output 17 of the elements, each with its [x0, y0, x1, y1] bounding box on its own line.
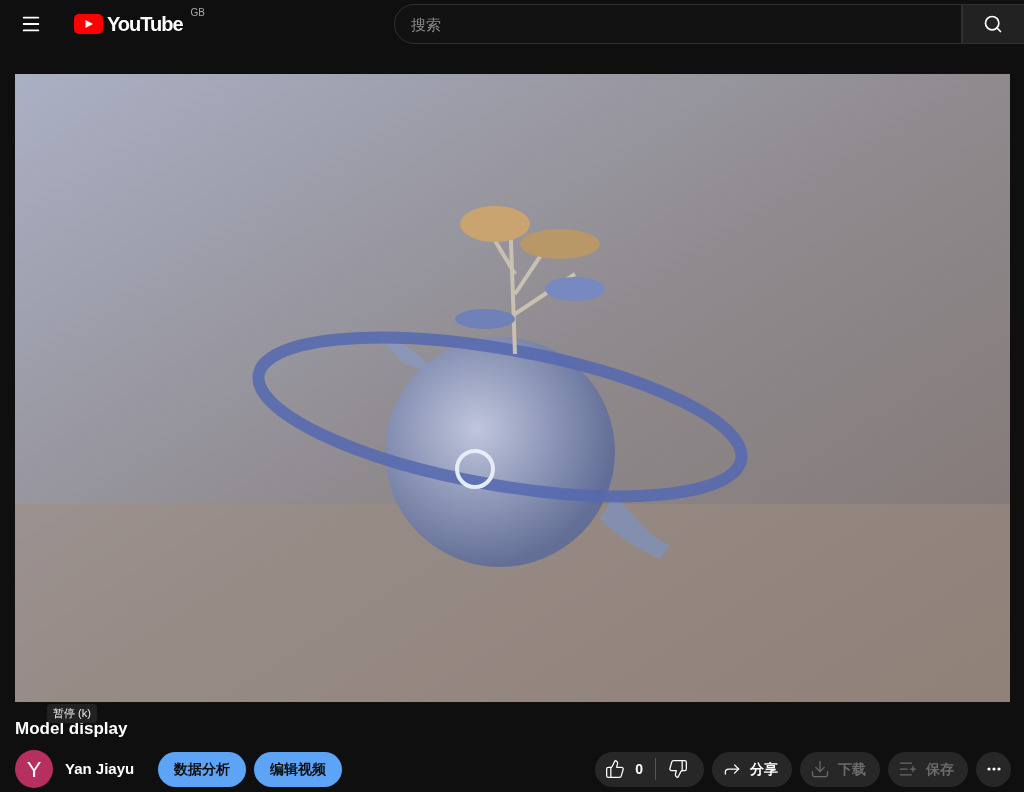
- logo-wordmark[interactable]: YouTube: [107, 9, 183, 39]
- share-button[interactable]: 分享: [712, 751, 792, 787]
- channel-avatar[interactable]: Y: [15, 750, 53, 788]
- channel-name[interactable]: Yan Jiayu: [65, 757, 135, 781]
- search-field[interactable]: 搜索: [394, 4, 962, 44]
- search-icon: [983, 14, 1003, 34]
- owner-action-button[interactable]: 编辑视频: [254, 751, 343, 787]
- tooltip: 暂停 (k): [47, 704, 97, 723]
- search-button[interactable]: [962, 4, 1024, 44]
- thumbs-down-icon: [668, 759, 688, 779]
- thumbs-up-icon: [605, 759, 626, 779]
- owner-action-button[interactable]: 数据分析: [158, 751, 247, 787]
- more-icon: [986, 767, 1001, 771]
- more-button[interactable]: [976, 751, 1011, 787]
- logo-icon: [74, 14, 103, 34]
- region-label: GB: [190, 6, 206, 20]
- download-icon: [810, 759, 830, 779]
